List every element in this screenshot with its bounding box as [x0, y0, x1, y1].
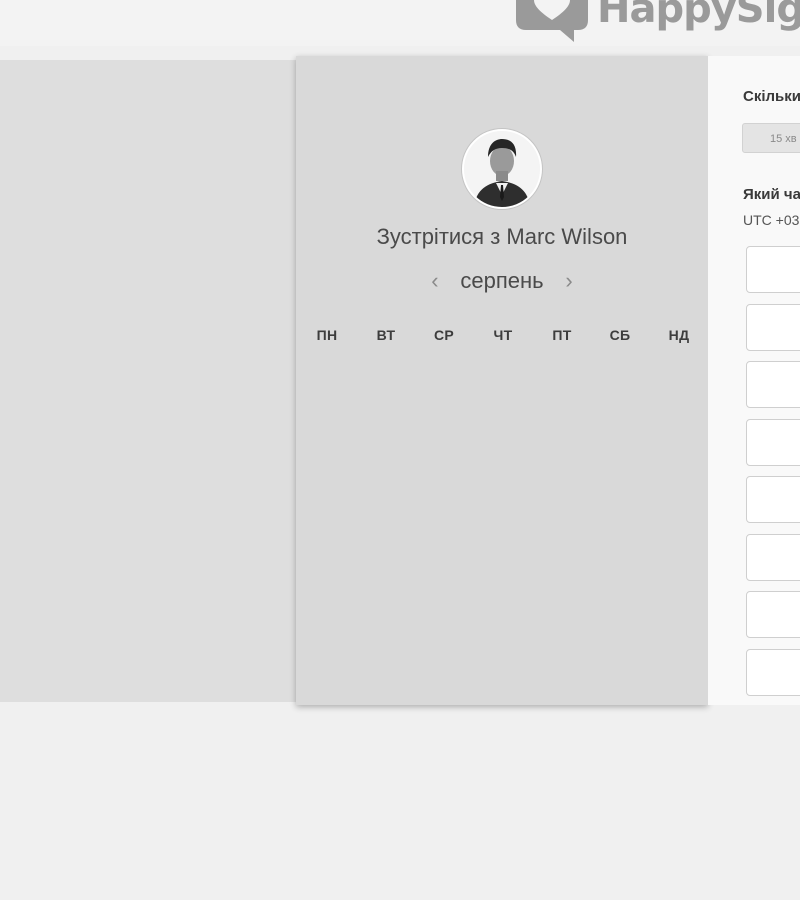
time-slot[interactable] [746, 419, 800, 466]
page-title: Зустрітися з Marc Wilson [376, 224, 628, 249]
avatar-photo [464, 131, 540, 207]
prev-month-button[interactable]: ‹ [422, 268, 448, 294]
speech-bubble-heart-icon [516, 0, 588, 42]
weekday-fri: ПТ [552, 327, 572, 343]
timezone-label: UTC +03 [743, 212, 800, 228]
time-slot[interactable] [746, 534, 800, 581]
page-header: HappySig [0, 0, 800, 46]
time-slot[interactable] [746, 591, 800, 638]
brand-name: HappySig [597, 0, 800, 32]
left-panel [0, 60, 296, 702]
weekday-tue: ВТ [376, 327, 396, 343]
weekday-mon: ПН [316, 327, 338, 343]
month-label: серпень [460, 268, 544, 293]
weekday-header: ПН ВТ СР ЧТ ПТ СБ НД [296, 327, 708, 347]
time-slot[interactable] [746, 246, 800, 293]
time-slot[interactable] [746, 476, 800, 523]
weekday-sun: НД [668, 327, 690, 343]
time-slot[interactable] [746, 649, 800, 696]
time-selection-panel: Скільки 15 хв Який ча UTC +03 [708, 56, 800, 705]
time-slot[interactable] [746, 361, 800, 408]
time-slot[interactable] [746, 304, 800, 351]
duration-heading: Скільки [743, 88, 800, 105]
next-month-button[interactable]: › [556, 268, 582, 294]
weekday-wed: СР [433, 327, 455, 343]
weekday-sat: СБ [609, 327, 631, 343]
duration-option-button[interactable]: 15 хв [742, 123, 800, 153]
time-heading: Який ча [743, 186, 800, 203]
host-avatar [462, 129, 542, 209]
month-navigator: ‹ серпень › [296, 268, 708, 298]
weekday-thu: ЧТ [493, 327, 513, 343]
calendar-card: Зустрітися з Marc Wilson ‹ серпень › ПН … [296, 56, 708, 705]
